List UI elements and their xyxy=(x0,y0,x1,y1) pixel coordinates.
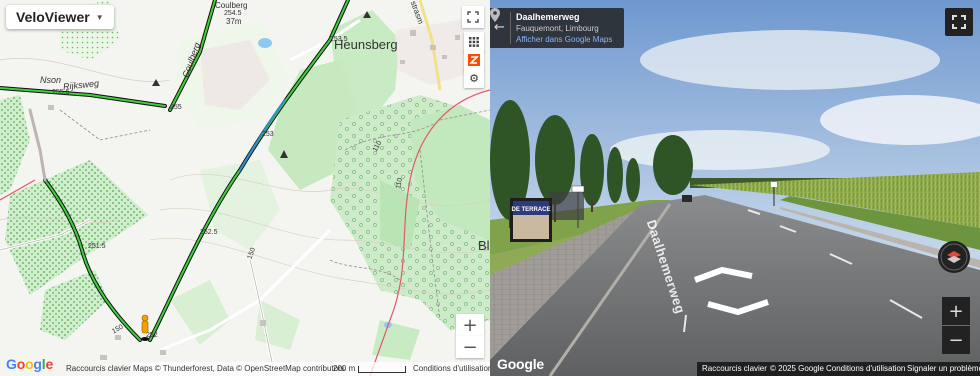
map-attribution: Maps © Thunderforest, Data © OpenStreetM… xyxy=(133,364,345,373)
zoom-out-button[interactable]: − xyxy=(456,336,484,358)
map-footer: Raccourcis clavier Maps © Thunderforest,… xyxy=(0,362,490,376)
street-nson: Nson xyxy=(40,75,62,85)
elevation-label: 253 xyxy=(262,131,274,138)
map-canvas[interactable] xyxy=(0,0,490,376)
fullscreen-icon xyxy=(952,15,966,29)
place-label-right: Bl xyxy=(478,238,490,253)
street-view-zoom-in-button[interactable]: + xyxy=(942,297,970,325)
map-pin-icon[interactable] xyxy=(490,8,500,22)
location-subtitle: Fauquemont, Limbourg xyxy=(516,24,599,33)
app-root: Heunsberg Bl Rijksweg Nson Coulberg Coul… xyxy=(0,0,980,376)
fullscreen-button[interactable] xyxy=(462,6,484,28)
billboard-text: DE TERRACE xyxy=(511,207,550,213)
report-problem-link[interactable]: Signaler un problème xyxy=(907,364,980,373)
strava-button[interactable] xyxy=(464,50,484,70)
google-logo-letter: o xyxy=(16,356,26,372)
keyboard-shortcuts-link[interactable]: Raccourcis clavier xyxy=(66,364,131,373)
grid-button[interactable] xyxy=(464,32,484,52)
scale-bar xyxy=(358,366,406,373)
open-in-google-maps-link[interactable]: Afficher dans Google Maps xyxy=(516,35,612,44)
elevation-label: 253.5 xyxy=(330,36,348,43)
gear-icon: ⚙ xyxy=(469,71,479,85)
google-logo-letter: g xyxy=(33,356,42,372)
chevron-down-icon: ▼ xyxy=(95,12,104,22)
elevation-label: 254.5 xyxy=(224,10,242,17)
street-view-google-logo[interactable]: Google xyxy=(497,356,544,372)
elevation-label: 255.5 xyxy=(52,89,70,96)
terms-link[interactable]: Conditions d'utilisation xyxy=(413,364,490,373)
sv-keyboard-shortcuts-link[interactable]: Raccourcis clavier xyxy=(702,364,767,373)
strava-icon xyxy=(468,54,480,66)
header-divider xyxy=(510,12,511,44)
map-pane[interactable]: Heunsberg Bl Rijksweg Nson Coulberg Coul… xyxy=(0,0,490,376)
google-logo[interactable]: Google xyxy=(6,356,53,372)
app-title: VeloViewer xyxy=(16,9,90,25)
location-title: Daalhemerweg xyxy=(516,12,580,22)
compass-button[interactable] xyxy=(938,241,970,273)
zoom-in-button[interactable]: + xyxy=(456,314,484,336)
veloviewer-menu-button[interactable]: VeloViewer ▼ xyxy=(6,5,114,29)
street-view-panorama[interactable]: DE TERRACE xyxy=(490,0,980,376)
scale-label: 200 m xyxy=(333,364,356,373)
street-top: Coulberg xyxy=(215,1,248,10)
street-view-pane[interactable]: DE TERRACE Daalhemerweg ← Daalhemerweg F… xyxy=(490,0,980,376)
street-view-fullscreen-button[interactable] xyxy=(945,8,973,36)
sv-copyright: © 2025 Google xyxy=(770,364,824,373)
pegman-icon[interactable] xyxy=(138,314,152,342)
google-logo-letter: e xyxy=(45,356,54,372)
street-view-footer: Raccourcis clavier © 2025 Google Conditi… xyxy=(490,362,980,376)
street-view-header: ← Daalhemerweg Fauquemont, Limbourg Affi… xyxy=(490,8,624,48)
elevation-label: 255 xyxy=(170,104,182,111)
fullscreen-icon xyxy=(467,11,479,23)
back-arrow-button[interactable]: ← xyxy=(494,20,505,35)
elevation-label: 251.5 xyxy=(88,243,106,250)
google-logo-letter: G xyxy=(6,356,17,372)
settings-button[interactable]: ⚙ xyxy=(464,68,484,88)
elevation-label: 252.5 xyxy=(200,229,218,236)
elevation-label: 37m xyxy=(226,17,242,26)
compass-icon xyxy=(940,243,968,271)
sv-terms-link[interactable]: Conditions d'utilisation xyxy=(826,364,905,373)
grid-icon xyxy=(469,37,479,47)
street-view-zoom-out-button[interactable]: − xyxy=(942,326,970,354)
